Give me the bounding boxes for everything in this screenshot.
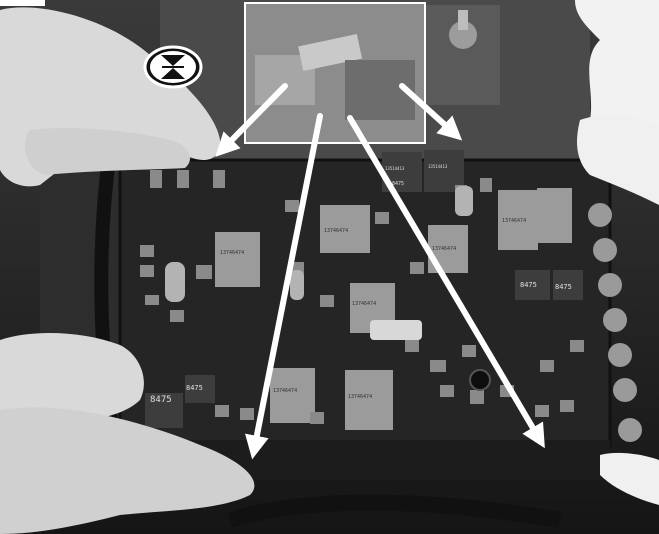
relay-label: 13514413: [428, 164, 448, 169]
relay-label: 8475: [150, 395, 172, 405]
inset-photo: [244, 2, 426, 144]
relay-label: 8475: [392, 181, 404, 187]
relay: [215, 232, 260, 287]
round-component: [469, 369, 491, 391]
fuse: [462, 345, 476, 357]
terminal-post: [593, 238, 617, 262]
fuse: [570, 340, 584, 352]
fuse: [177, 170, 189, 188]
relay-label: 13746474: [502, 218, 526, 224]
relay-label: 13514413: [385, 166, 405, 171]
crop-edge: [0, 0, 45, 6]
fuse: [430, 360, 446, 372]
cylinder-component: [165, 262, 185, 302]
relay-white: [370, 320, 422, 340]
bolt-stud: [458, 10, 468, 30]
relay-label: 13746474: [273, 388, 297, 394]
fuse: [150, 170, 162, 188]
press-tabs-icon: [143, 45, 203, 89]
terminal-post: [603, 308, 627, 332]
fuse: [196, 265, 212, 279]
fuse: [285, 200, 299, 212]
fuse: [405, 340, 419, 352]
fuse: [140, 265, 154, 277]
relay-label: 8475: [520, 281, 537, 289]
fuse: [170, 310, 184, 322]
fuse: [540, 360, 554, 372]
fuse: [320, 295, 334, 307]
relay-label: 8475: [186, 384, 203, 392]
fuse: [470, 390, 484, 404]
relay-label: 13746474: [220, 250, 244, 256]
fuse: [310, 412, 324, 424]
cylinder-component: [290, 270, 304, 300]
relay-label: 13746474: [432, 246, 456, 252]
terminal-post: [613, 378, 637, 402]
fuse: [145, 295, 159, 305]
fuse: [535, 405, 549, 417]
fuse: [560, 400, 574, 412]
relay-label: 13746474: [352, 301, 376, 307]
relay-label: 8475: [555, 283, 572, 291]
fuse: [213, 170, 225, 188]
terminal-post: [608, 343, 632, 367]
fuse: [375, 212, 389, 224]
fuse: [140, 245, 154, 257]
relay-label: 13746474: [324, 228, 348, 234]
fuse-box-photo: 13746474 13746474 13746474 13746474 1374…: [0, 0, 659, 534]
cylinder-component: [455, 186, 473, 216]
fuse: [215, 405, 229, 417]
fuse: [240, 408, 254, 420]
fuse: [440, 385, 454, 397]
fuse: [410, 262, 424, 274]
relay: [345, 370, 393, 430]
relay: [537, 188, 572, 243]
relay-label: 13746474: [348, 394, 372, 400]
terminal-post: [618, 418, 642, 442]
terminal-post: [598, 273, 622, 297]
fuse: [480, 178, 492, 192]
relay: [270, 368, 315, 423]
terminal-post: [588, 203, 612, 227]
